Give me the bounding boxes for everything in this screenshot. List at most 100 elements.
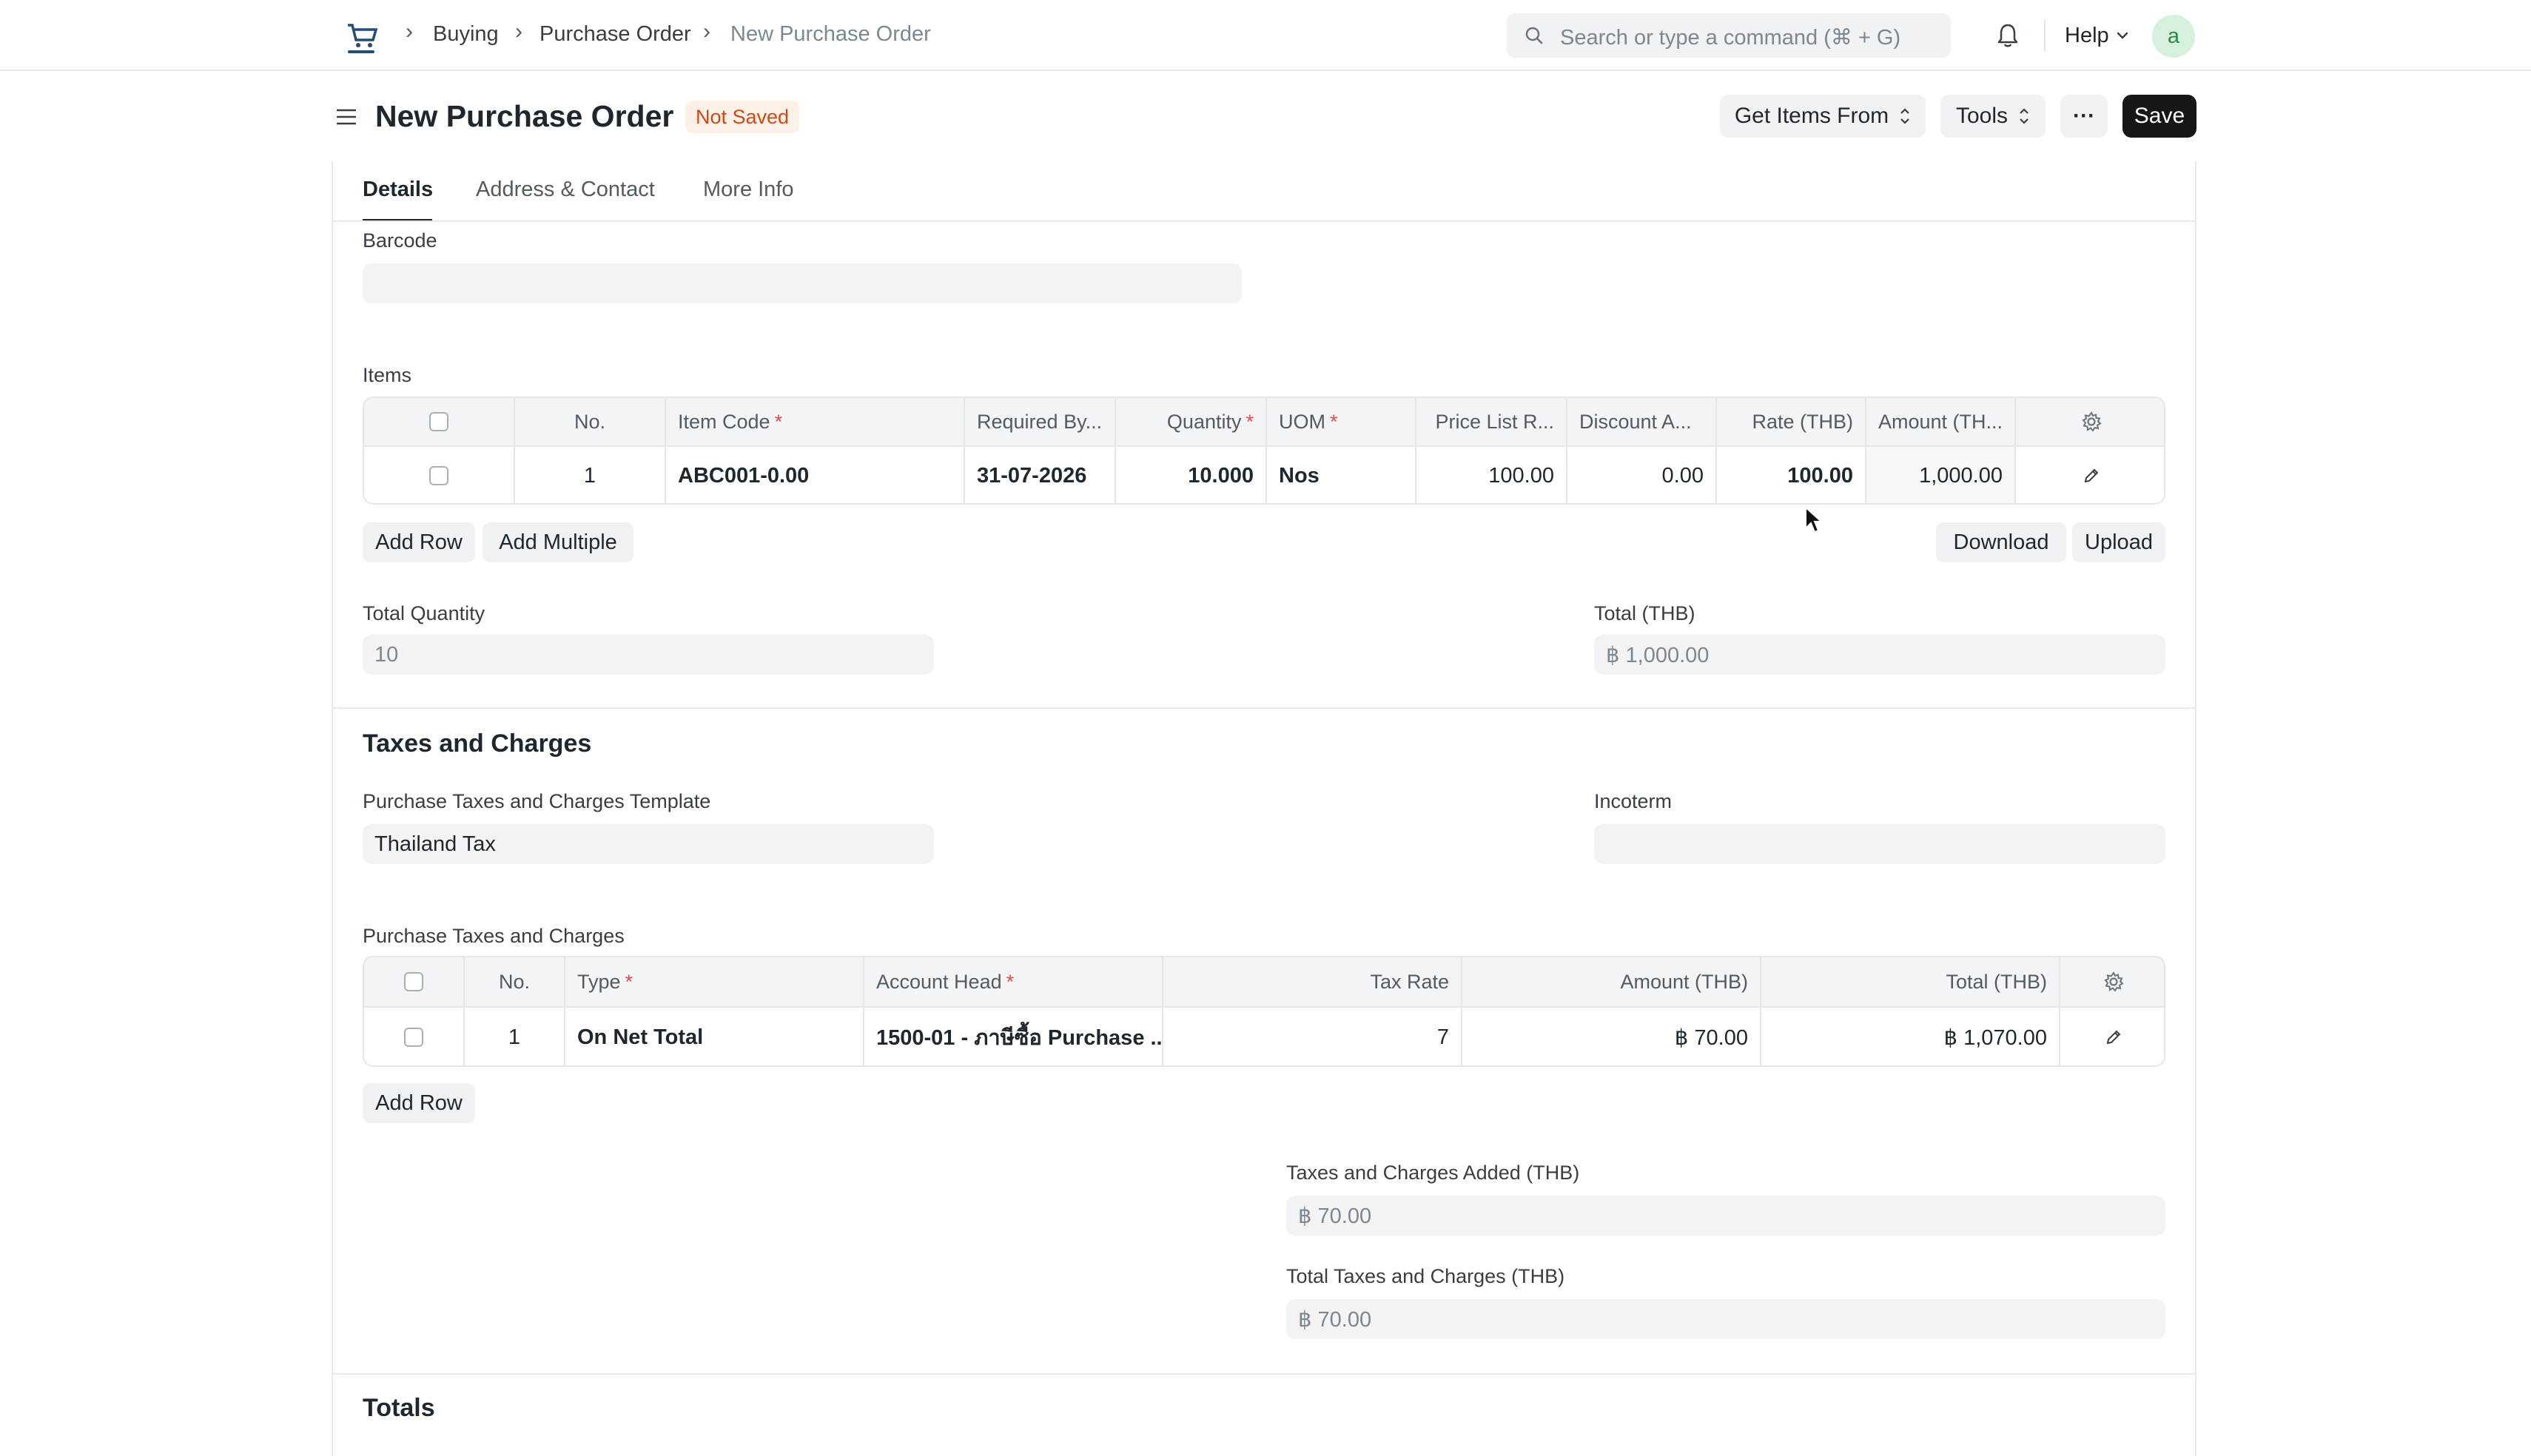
taxes-added-field: ฿ 70.00 <box>1286 1196 2165 1236</box>
total-quantity-field: 10 <box>363 635 934 675</box>
col-header: Rate (THB) <box>1717 398 1866 445</box>
select-all-checkbox[interactable] <box>404 972 423 991</box>
get-items-from-button[interactable]: Get Items From <box>1720 95 1926 138</box>
table-row[interactable]: 1 ABC001-0.00 31-07-2026 10.000 Nos 100.… <box>364 447 2164 503</box>
total-thb-label: Total (THB) <box>1594 602 1695 624</box>
taxes-added-label: Taxes and Charges Added (THB) <box>1286 1162 1580 1184</box>
get-items-from-label: Get Items From <box>1734 104 1889 128</box>
items-table: No. Item Code * Required By... Quantity * … <box>363 397 2165 505</box>
chevron-right-icon: › <box>515 19 522 44</box>
table-row[interactable]: 1 On Net Total 1500-01 - ภาษีซื้อ Purcha… <box>364 1008 2164 1065</box>
tab-address-contact[interactable]: Address & Contact <box>476 178 655 202</box>
incoterm-label: Incoterm <box>1594 790 1673 812</box>
pencil-icon[interactable] <box>2104 1028 2123 1047</box>
download-button[interactable]: Download <box>1936 522 2066 562</box>
tax-template-input[interactable]: Thailand Tax <box>363 824 934 864</box>
more-options-button[interactable]: ··· <box>2060 95 2108 138</box>
tax-amount-cell[interactable]: ฿ 70.00 <box>1462 1008 1761 1065</box>
taxes-table: No. Type * Account Head * Tax Rate Amount … <box>363 956 2165 1067</box>
price-list-rate-cell[interactable]: 100.00 <box>1416 447 1567 503</box>
search-icon <box>1525 27 1543 44</box>
col-header: Amount (TH... <box>1866 398 2016 445</box>
row-checkbox[interactable] <box>429 466 448 485</box>
add-row-button[interactable]: Add Row <box>363 522 475 562</box>
tax-rate-cell[interactable]: 7 <box>1163 1008 1462 1065</box>
search-placeholder: Search or type a command (⌘ + G) <box>1560 26 1901 50</box>
updown-chevron-icon <box>1900 108 1909 124</box>
column-settings <box>2060 957 2164 1006</box>
tax-type-cell[interactable]: On Net Total <box>565 1008 864 1065</box>
select-all-checkbox[interactable] <box>429 412 448 431</box>
pencil-icon[interactable] <box>2082 466 2101 485</box>
taxes-table-header: No. Type * Account Head * Tax Rate Amount … <box>364 957 2164 1008</box>
item-code-cell[interactable]: ABC001-0.00 <box>666 447 965 503</box>
avatar[interactable]: a <box>2152 15 2195 58</box>
incoterm-input[interactable] <box>1594 824 2165 864</box>
col-header: Quantity * <box>1116 398 1267 445</box>
totals-section-title: Totals <box>363 1394 435 1422</box>
total-thb-field: ฿ 1,000.00 <box>1594 635 2165 675</box>
app-logo[interactable] <box>342 18 380 56</box>
col-header: Total (THB) <box>1761 957 2060 1006</box>
barcode-label: Barcode <box>363 229 437 252</box>
breadcrumb-current: New Purchase Order <box>730 22 931 46</box>
row-no: 1 <box>465 1008 565 1065</box>
add-multiple-button[interactable]: Add Multiple <box>483 522 633 562</box>
nav-divider <box>2044 19 2046 52</box>
rate-cell[interactable]: 100.00 <box>1717 447 1866 503</box>
help-menu[interactable]: Help <box>2065 22 2130 49</box>
items-select-all <box>364 398 515 445</box>
mouse-cursor-icon <box>1804 505 1824 534</box>
col-header: UOM * <box>1267 398 1416 445</box>
tax-total-cell: ฿ 1,070.00 <box>1761 1008 2060 1065</box>
sidebar-toggle-icon[interactable] <box>335 105 358 129</box>
help-label: Help <box>2065 23 2109 47</box>
barcode-input[interactable] <box>363 263 1242 303</box>
col-header: Discount A... <box>1567 398 1717 445</box>
top-navbar: › Buying › Purchase Order › New Purchase… <box>0 0 2531 71</box>
search-bar[interactable]: Search or type a command (⌘ + G) <box>1507 13 1951 58</box>
row-checkbox[interactable] <box>404 1028 423 1047</box>
section-divider <box>333 1373 2195 1375</box>
col-header: Type * <box>565 957 864 1006</box>
row-select <box>364 1008 465 1065</box>
avatar-letter: a <box>2167 24 2180 48</box>
column-settings <box>2016 398 2164 445</box>
breadcrumb-buying[interactable]: Buying <box>433 22 499 47</box>
breadcrumb-purchase-order[interactable]: Purchase Order <box>540 22 691 47</box>
gear-icon[interactable] <box>2080 411 2103 433</box>
col-header: Amount (THB) <box>1462 957 1761 1006</box>
section-divider <box>333 707 2195 709</box>
total-taxes-field: ฿ 70.00 <box>1286 1299 2165 1339</box>
taxes-add-row-button[interactable]: Add Row <box>363 1083 475 1123</box>
account-head-cell[interactable]: 1500-01 - ภาษีซื้อ Purchase ... <box>864 1008 1163 1065</box>
uom-cell[interactable]: Nos <box>1267 447 1416 503</box>
total-taxes-label: Total Taxes and Charges (THB) <box>1286 1265 1565 1287</box>
bell-icon[interactable] <box>1995 22 2020 49</box>
gear-icon[interactable] <box>2103 971 2125 993</box>
page-title: New Purchase Order <box>375 99 674 133</box>
total-quantity-label: Total Quantity <box>363 602 485 624</box>
quantity-cell[interactable]: 10.000 <box>1116 447 1267 503</box>
save-button[interactable]: Save <box>2122 95 2196 138</box>
tabs-divider <box>333 220 2195 222</box>
items-label: Items <box>363 364 412 386</box>
required-by-cell[interactable]: 31-07-2026 <box>965 447 1116 503</box>
col-header: Tax Rate <box>1163 957 1462 1006</box>
amount-cell: 1,000.00 <box>1866 447 2016 503</box>
taxes-section-title: Taxes and Charges <box>363 729 592 758</box>
tab-details[interactable]: Details <box>363 178 433 202</box>
discount-cell[interactable]: 0.00 <box>1567 447 1717 503</box>
items-table-header: No. Item Code * Required By... Quantity * … <box>364 398 2164 447</box>
chevron-right-icon: › <box>406 19 413 44</box>
row-edit <box>2060 1008 2164 1065</box>
chevron-down-icon <box>2117 32 2128 39</box>
row-no: 1 <box>515 447 666 503</box>
col-header: Price List R... <box>1416 398 1567 445</box>
tab-more-info[interactable]: More Info <box>703 178 794 202</box>
upload-button[interactable]: Upload <box>2072 522 2165 562</box>
tools-label: Tools <box>1955 104 2009 128</box>
col-header: No. <box>515 398 666 445</box>
tools-button[interactable]: Tools <box>1940 95 2046 138</box>
chevron-right-icon: › <box>703 19 710 44</box>
